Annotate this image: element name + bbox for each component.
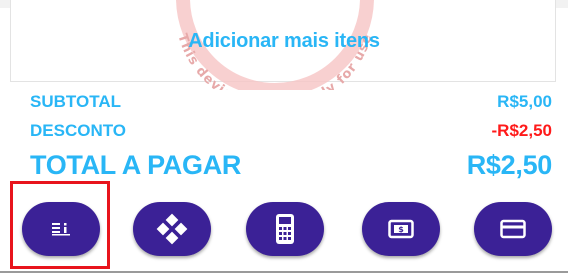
svg-text:$: $ <box>398 225 404 234</box>
payment-button-pix[interactable] <box>133 202 211 256</box>
total-label: TOTAL A PAGAR <box>30 150 242 180</box>
cash-icon: $ <box>388 219 414 239</box>
discount-row: DESCONTO -R$2,50 <box>30 121 552 141</box>
discount-value: -R$2,50 <box>491 121 552 140</box>
subtotal-value: R$5,00 <box>497 92 552 111</box>
discount-label: DESCONTO <box>30 121 127 140</box>
total-value: R$2,50 <box>466 150 553 180</box>
total-row: TOTAL A PAGAR R$2,50 <box>30 150 552 181</box>
subtotal-label: SUBTOTAL <box>30 92 121 111</box>
payment-button-cash[interactable]: $ <box>362 202 440 256</box>
bottom-divider <box>0 271 568 273</box>
credit-card-icon <box>500 219 526 239</box>
pos-terminal-icon <box>276 214 294 244</box>
subtotal-row: SUBTOTAL R$5,00 <box>30 92 552 112</box>
pix-icon <box>156 213 188 245</box>
payment-button-card[interactable] <box>474 202 552 256</box>
payment-button-pos[interactable] <box>246 202 324 256</box>
add-more-items-button[interactable]: Adicionar mais itens <box>0 30 568 53</box>
selected-payment-highlight <box>10 181 110 269</box>
